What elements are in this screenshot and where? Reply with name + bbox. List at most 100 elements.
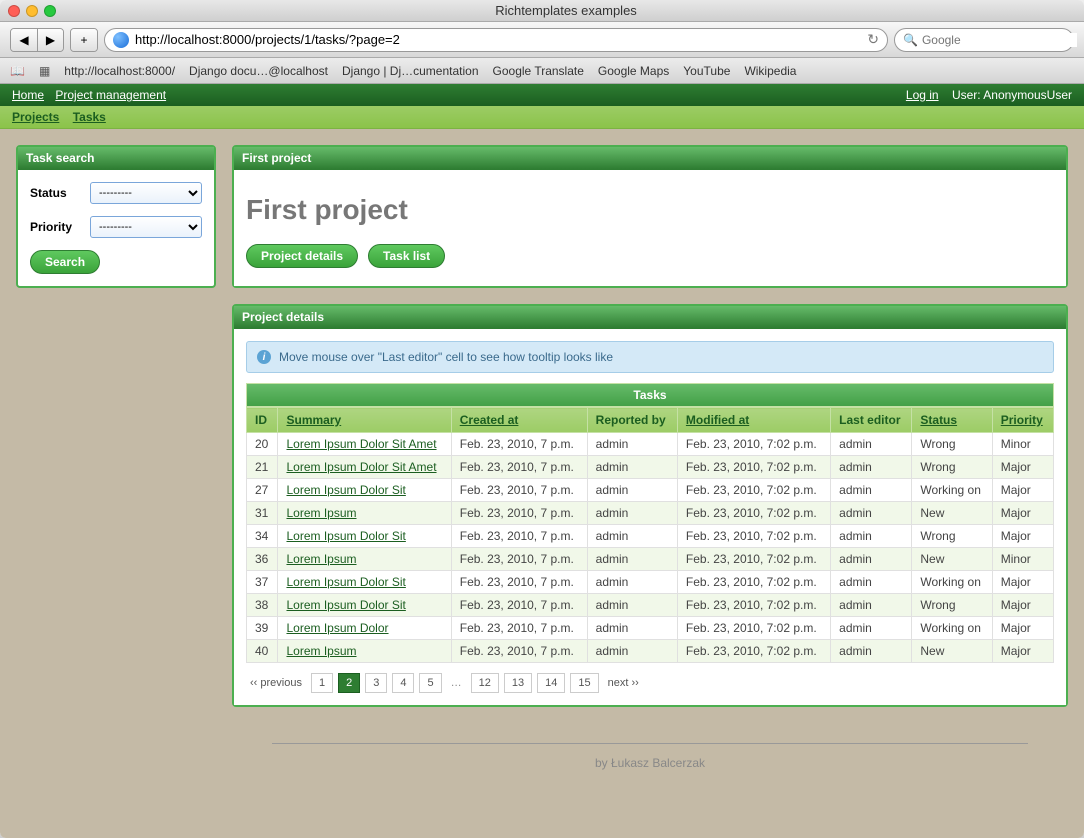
task-summary-link[interactable]: Lorem Ipsum Dolor Sit — [286, 483, 405, 497]
cell-status: Working on — [912, 571, 992, 594]
bookmark-item[interactable]: Google Translate — [493, 64, 584, 78]
bookmark-item[interactable]: Django | Dj…cumentation — [342, 64, 479, 78]
cell-editor[interactable]: admin — [831, 502, 912, 525]
cell-id: 20 — [247, 433, 278, 456]
cell-modified: Feb. 23, 2010, 7:02 p.m. — [677, 456, 830, 479]
cell-reported: admin — [587, 502, 677, 525]
search-button[interactable]: Search — [30, 250, 100, 274]
add-bookmark-button[interactable]: + — [71, 29, 97, 51]
cell-priority: Minor — [992, 548, 1053, 571]
task-list-button[interactable]: Task list — [368, 244, 445, 268]
topsites-icon[interactable]: ▦ — [39, 64, 50, 78]
nav-home-link[interactable]: Home — [12, 88, 44, 102]
col-priority-sort[interactable]: Priority — [1001, 413, 1043, 427]
task-summary-link[interactable]: Lorem Ipsum Dolor Sit — [286, 575, 405, 589]
bookmark-item[interactable]: http://localhost:8000/ — [64, 64, 175, 78]
cell-created: Feb. 23, 2010, 7 p.m. — [451, 433, 587, 456]
page-number[interactable]: 14 — [537, 673, 565, 693]
cell-id: 21 — [247, 456, 278, 479]
bookmark-item[interactable]: YouTube — [683, 64, 730, 78]
cell-id: 36 — [247, 548, 278, 571]
cell-reported: admin — [587, 456, 677, 479]
window-minimize-button[interactable] — [26, 5, 38, 17]
page-number[interactable]: 3 — [365, 673, 387, 693]
task-summary-link[interactable]: Lorem Ipsum Dolor Sit Amet — [286, 437, 436, 451]
cell-modified: Feb. 23, 2010, 7:02 p.m. — [677, 617, 830, 640]
col-summary-sort[interactable]: Summary — [286, 413, 341, 427]
page-number[interactable]: 12 — [471, 673, 499, 693]
col-id: ID — [247, 408, 278, 433]
bookmark-item[interactable]: Wikipedia — [744, 64, 796, 78]
subnav-projects-link[interactable]: Projects — [12, 110, 59, 124]
cell-id: 39 — [247, 617, 278, 640]
cell-status: Wrong — [912, 456, 992, 479]
nav-project-management-link[interactable]: Project management — [55, 88, 166, 102]
cell-editor[interactable]: admin — [831, 525, 912, 548]
cell-editor[interactable]: admin — [831, 640, 912, 663]
subnav-tasks-link[interactable]: Tasks — [73, 110, 106, 124]
task-summary-link[interactable]: Lorem Ipsum Dolor Sit Amet — [286, 460, 436, 474]
cell-created: Feb. 23, 2010, 7 p.m. — [451, 502, 587, 525]
cell-editor[interactable]: admin — [831, 456, 912, 479]
window-close-button[interactable] — [8, 5, 20, 17]
cell-priority: Major — [992, 525, 1053, 548]
page-number[interactable]: 15 — [570, 673, 598, 693]
table-row: 36Lorem IpsumFeb. 23, 2010, 7 p.m.adminF… — [247, 548, 1054, 571]
col-modified-sort[interactable]: Modified at — [686, 413, 749, 427]
col-created-sort[interactable]: Created at — [460, 413, 519, 427]
page-number[interactable]: 1 — [311, 673, 333, 693]
cell-priority: Minor — [992, 433, 1053, 456]
url-input[interactable] — [135, 32, 861, 47]
cell-reported: admin — [587, 594, 677, 617]
browser-search-input[interactable] — [922, 33, 1077, 47]
bookmark-item[interactable]: Django docu…@localhost — [189, 64, 328, 78]
task-summary-link[interactable]: Lorem Ipsum — [286, 506, 356, 520]
reload-button[interactable]: ↻ — [867, 31, 879, 48]
cell-modified: Feb. 23, 2010, 7:02 p.m. — [677, 479, 830, 502]
cell-editor[interactable]: admin — [831, 433, 912, 456]
table-row: 37Lorem Ipsum Dolor SitFeb. 23, 2010, 7 … — [247, 571, 1054, 594]
table-row: 34Lorem Ipsum Dolor SitFeb. 23, 2010, 7 … — [247, 525, 1054, 548]
table-row: 27Lorem Ipsum Dolor SitFeb. 23, 2010, 7 … — [247, 479, 1054, 502]
page-number[interactable]: 4 — [392, 673, 414, 693]
page-nav[interactable]: next ›› — [604, 674, 643, 692]
task-summary-link[interactable]: Lorem Ipsum — [286, 644, 356, 658]
priority-select[interactable]: --------- — [90, 216, 202, 238]
task-summary-link[interactable]: Lorem Ipsum Dolor — [286, 621, 388, 635]
cell-reported: admin — [587, 525, 677, 548]
cell-id: 27 — [247, 479, 278, 502]
cell-id: 40 — [247, 640, 278, 663]
task-summary-link[interactable]: Lorem Ipsum Dolor Sit — [286, 598, 405, 612]
cell-status: Working on — [912, 617, 992, 640]
bookmark-item[interactable]: Google Maps — [598, 64, 669, 78]
cell-editor[interactable]: admin — [831, 594, 912, 617]
cell-editor[interactable]: admin — [831, 571, 912, 594]
status-select[interactable]: --------- — [90, 182, 202, 204]
col-status-sort[interactable]: Status — [920, 413, 957, 427]
tasks-table: Tasks ID Summary Created at Reported by … — [246, 383, 1054, 663]
cell-status: Working on — [912, 479, 992, 502]
page-number[interactable]: 2 — [338, 673, 360, 693]
url-bar[interactable]: ↻ — [104, 28, 888, 52]
status-label: Status — [30, 186, 90, 200]
task-summary-link[interactable]: Lorem Ipsum — [286, 552, 356, 566]
page-nav[interactable]: ‹‹ previous — [246, 674, 306, 692]
cell-editor[interactable]: admin — [831, 548, 912, 571]
cell-editor[interactable]: admin — [831, 479, 912, 502]
page-number[interactable]: 5 — [419, 673, 441, 693]
back-button[interactable]: ◀ — [11, 29, 37, 51]
cell-priority: Major — [992, 479, 1053, 502]
bookmarks-icon[interactable]: 📖 — [10, 64, 25, 78]
forward-button[interactable]: ▶ — [37, 29, 63, 51]
window-zoom-button[interactable] — [44, 5, 56, 17]
page-number[interactable]: 13 — [504, 673, 532, 693]
table-row: 21 Lorem Ipsum Dolor Sit Amet Feb. 23, 201… — [247, 456, 1054, 479]
window-title: Richtemplates examples — [56, 3, 1076, 18]
task-summary-link[interactable]: Lorem Ipsum Dolor Sit — [286, 529, 405, 543]
login-link[interactable]: Log in — [906, 88, 939, 102]
search-bar[interactable]: 🔍 — [894, 28, 1074, 52]
cell-created: Feb. 23, 2010, 7 p.m. — [451, 617, 587, 640]
info-icon: i — [257, 350, 271, 364]
cell-editor[interactable]: admin — [831, 617, 912, 640]
project-details-button[interactable]: Project details — [246, 244, 358, 268]
